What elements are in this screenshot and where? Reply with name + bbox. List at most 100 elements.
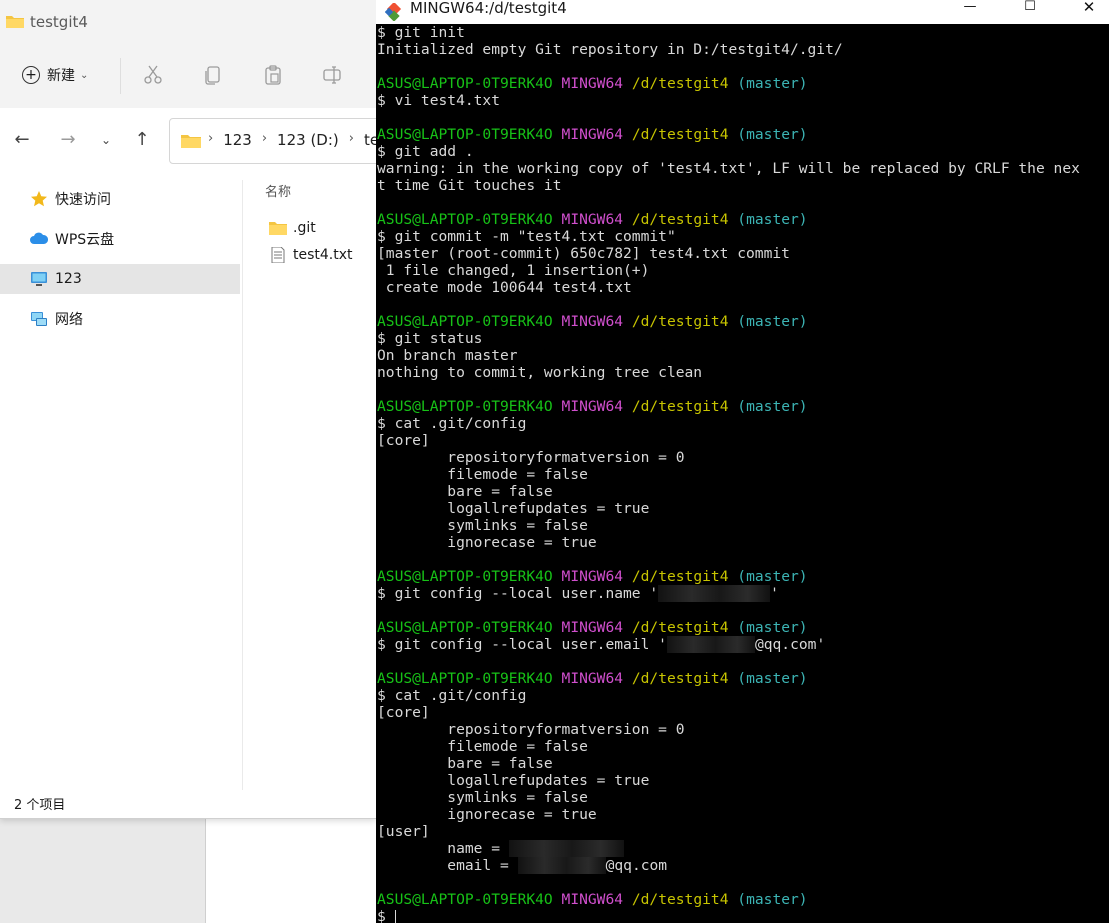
terminal-line: repositoryformatversion = 0	[377, 721, 685, 738]
computer-icon	[31, 272, 47, 286]
terminal-line: $ git config --local user.name ' '	[377, 585, 779, 602]
terminal-prompt: ASUS@LAPTOP-0T9ERK4O MINGW64 /d/testgit4…	[377, 619, 808, 636]
terminal-line: [master (root-commit) 650c782] test4.txt…	[377, 245, 790, 262]
breadcrumb-item[interactable]: 123 (D:)	[277, 131, 339, 149]
terminal-line: ignorecase = true	[377, 806, 597, 823]
sidebar-item-label: 网络	[55, 312, 83, 328]
terminal-line: 1 file changed, 1 insertion(+)	[377, 262, 650, 279]
terminal-line: Initialized empty Git repository in D:/t…	[377, 41, 843, 58]
rename-icon[interactable]	[322, 64, 344, 86]
terminal-line: $ vi test4.txt	[377, 92, 501, 109]
terminal-line: repositoryformatversion = 0	[377, 449, 685, 466]
address-bar[interactable]: › 123 › 123 (D:) › te	[169, 118, 376, 164]
sidebar-item-label: WPS云盘	[55, 232, 115, 248]
list-item[interactable]: .git	[269, 217, 316, 239]
column-header-name[interactable]: 名称	[265, 181, 291, 200]
terminal-window[interactable]: MINGW64:/d/testgit4 — ☐ ✕ $ git init Ini…	[376, 0, 1109, 923]
terminal-prompt: ASUS@LAPTOP-0T9ERK4O MINGW64 /d/testgit4…	[377, 891, 808, 908]
sidebar-item-quick-access[interactable]: 快速访问	[0, 184, 240, 214]
file-name: test4.txt	[293, 247, 353, 263]
terminal-line: $ git status	[377, 330, 483, 347]
folder-icon	[181, 135, 201, 148]
terminal-line: filemode = false	[377, 738, 588, 755]
plus-icon: +	[22, 66, 40, 84]
terminal-line: $ git config --local user.email ' @qq.com…	[377, 636, 826, 653]
terminal-prompt: ASUS@LAPTOP-0T9ERK4O MINGW64 /d/testgit4…	[377, 126, 808, 143]
terminal-line: symlinks = false	[377, 517, 588, 534]
terminal-line: bare = false	[377, 483, 553, 500]
cut-icon[interactable]	[142, 64, 164, 86]
new-button[interactable]: + 新建 ⌄	[22, 64, 88, 86]
terminal-line: [core]	[377, 432, 430, 449]
up-arrow-icon[interactable]: ↑	[132, 130, 152, 150]
git-bash-icon	[385, 3, 402, 21]
copy-icon[interactable]	[202, 64, 224, 86]
file-list: 名称 .git test4.txt	[243, 172, 376, 782]
breadcrumb-item[interactable]: 123	[223, 131, 252, 149]
redacted-email	[517, 857, 606, 874]
minimize-icon[interactable]: —	[947, 0, 993, 16]
terminal-prompt: ASUS@LAPTOP-0T9ERK4O MINGW64 /d/testgit4…	[377, 75, 808, 92]
terminal-prompt: ASUS@LAPTOP-0T9ERK4O MINGW64 /d/testgit4…	[377, 670, 808, 687]
sidebar-item-network[interactable]: 网络	[0, 304, 240, 334]
status-bar-item-count: 2 个项目	[14, 798, 66, 813]
terminal-line: $ git init	[377, 24, 465, 41]
window-title: MINGW64:/d/testgit4	[410, 0, 567, 17]
terminal-line: $ cat .git/config	[377, 687, 527, 704]
terminal-line: [core]	[377, 704, 430, 721]
explorer-titlebar[interactable]: testgit4	[0, 0, 376, 44]
list-item[interactable]: test4.txt	[269, 244, 353, 266]
terminal-line: t time Git touches it	[377, 177, 562, 194]
folder-icon	[6, 16, 24, 28]
recent-locations-chevron-icon[interactable]: ⌄	[96, 130, 116, 150]
sidebar-item-label: 123	[55, 271, 82, 287]
terminal-line: On branch master	[377, 347, 518, 364]
chevron-down-icon: ⌄	[80, 69, 89, 81]
maximize-icon[interactable]: ☐	[1007, 0, 1053, 16]
new-button-label: 新建	[47, 68, 75, 84]
sidebar-item-label: 快速访问	[55, 192, 111, 208]
text-file-icon	[271, 247, 285, 263]
terminal-line: ignorecase = true	[377, 534, 597, 551]
terminal-titlebar[interactable]: MINGW64:/d/testgit4 — ☐ ✕	[376, 0, 1109, 24]
terminal-line: name =	[377, 840, 624, 857]
file-explorer-window: testgit4 + 新建 ⌄ ← → ⌄ ↑ › 123 › 123 (D:)…	[0, 0, 376, 819]
terminal-line: $ cat .git/config	[377, 415, 527, 432]
terminal-line: bare = false	[377, 755, 553, 772]
terminal-line: symlinks = false	[377, 789, 588, 806]
terminal-prompt: ASUS@LAPTOP-0T9ERK4O MINGW64 /d/testgit4…	[377, 211, 808, 228]
terminal-line: logallrefupdates = true	[377, 772, 650, 789]
terminal-input-line[interactable]: $	[377, 908, 396, 923]
file-name: .git	[293, 220, 316, 236]
explorer-toolbar: + 新建 ⌄	[0, 44, 376, 109]
breadcrumb-separator-icon: ›	[261, 131, 268, 146]
terminal-line: logallrefupdates = true	[377, 500, 650, 517]
navigation-pane: 快速访问 WPS云盘 123 网络	[0, 172, 242, 782]
sidebar-item-wps-cloud[interactable]: WPS云盘	[0, 224, 240, 254]
folder-icon	[269, 222, 287, 235]
terminal-line: filemode = false	[377, 466, 588, 483]
terminal-line: nothing to commit, working tree clean	[377, 364, 703, 381]
terminal-prompt: ASUS@LAPTOP-0T9ERK4O MINGW64 /d/testgit4…	[377, 398, 808, 415]
redacted-name	[658, 585, 771, 602]
text-cursor	[394, 909, 396, 923]
forward-arrow-icon[interactable]: →	[58, 130, 78, 150]
terminal-output[interactable]: $ git init Initialized empty Git reposit…	[376, 24, 1109, 923]
breadcrumb-item[interactable]: te	[364, 131, 376, 149]
explorer-navbar: ← → ⌄ ↑ › 123 › 123 (D:) › te	[0, 108, 376, 172]
background-window-strip	[0, 818, 205, 923]
breadcrumb: › 123 › 123 (D:) › te	[208, 131, 376, 149]
redacted-email	[666, 636, 755, 653]
close-icon[interactable]: ✕	[1066, 0, 1109, 16]
window-title: testgit4	[30, 13, 88, 31]
terminal-prompt: ASUS@LAPTOP-0T9ERK4O MINGW64 /d/testgit4…	[377, 313, 808, 330]
breadcrumb-separator-icon: ›	[208, 131, 214, 146]
terminal-line: [user]	[377, 823, 430, 840]
terminal-line: warning: in the working copy of 'test4.t…	[377, 160, 1080, 177]
breadcrumb-separator-icon: ›	[348, 131, 354, 146]
paste-icon[interactable]	[262, 64, 284, 86]
terminal-line: create mode 100644 test4.txt	[377, 279, 632, 296]
sidebar-item-123[interactable]: 123	[0, 264, 240, 294]
terminal-line: $ git commit -m "test4.txt commit"	[377, 228, 676, 245]
back-arrow-icon[interactable]: ←	[12, 130, 32, 150]
